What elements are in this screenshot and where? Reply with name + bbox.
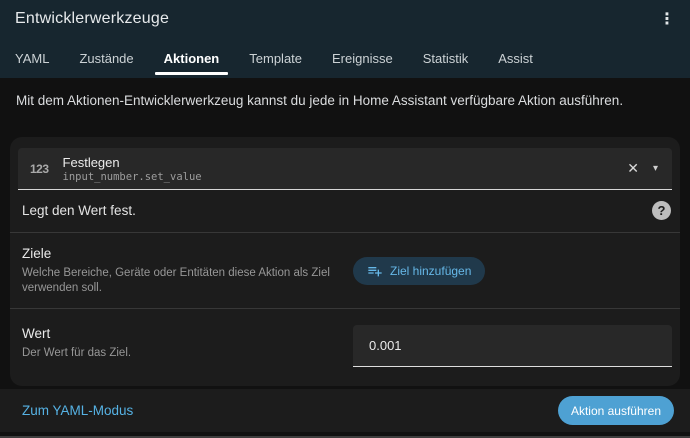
value-input[interactable] — [353, 325, 672, 367]
action-picker-labels: Festlegen input_number.set_value — [63, 154, 620, 184]
add-target-button[interactable]: Ziel hinzufügen — [353, 257, 485, 285]
action-card: 123 Festlegen input_number.set_value ✕ ▾… — [10, 137, 680, 386]
tab-bar: YAML Zustände Aktionen Template Ereignis… — [0, 38, 690, 78]
chevron-down-icon[interactable]: ▾ — [647, 159, 660, 178]
targets-labels: Ziele Welche Bereiche, Geräte oder Entit… — [22, 245, 353, 296]
yaml-mode-link[interactable]: Zum YAML-Modus — [22, 403, 558, 418]
tab-yaml[interactable]: YAML — [0, 38, 64, 78]
clear-icon[interactable]: ✕ — [619, 156, 647, 181]
action-description-row: Legt den Wert fest. ? — [10, 190, 680, 232]
tab-statistik[interactable]: Statistik — [408, 38, 484, 78]
value-row: Wert Der Wert für das Ziel. — [10, 309, 680, 379]
tab-aktionen[interactable]: Aktionen — [149, 38, 235, 78]
value-title: Wert — [22, 325, 337, 342]
tab-zustaende[interactable]: Zustände — [64, 38, 148, 78]
value-labels: Wert Der Wert für das Ziel. — [22, 325, 353, 361]
intro-text: Mit dem Aktionen-Entwicklerwerkzeug kann… — [16, 92, 674, 110]
value-subtitle: Der Wert für das Ziel. — [22, 346, 337, 361]
add-target-label: Ziel hinzufügen — [390, 264, 471, 278]
page-title: Entwicklerwerkzeuge — [15, 10, 654, 28]
tab-template[interactable]: Template — [234, 38, 317, 78]
tab-assist[interactable]: Assist — [483, 38, 548, 78]
help-icon[interactable]: ? — [652, 201, 671, 220]
numeric-icon: 123 — [30, 162, 49, 176]
kebab-menu-icon[interactable]: ⋮ — [654, 6, 680, 32]
action-description: Legt den Wert fest. — [22, 202, 652, 220]
action-picker[interactable]: 123 Festlegen input_number.set_value ✕ ▾ — [18, 148, 672, 190]
targets-subtitle: Welche Bereiche, Geräte oder Entitäten d… — [22, 266, 337, 296]
action-service-id: input_number.set_value — [63, 171, 620, 184]
action-name: Festlegen — [63, 155, 620, 171]
tab-ereignisse[interactable]: Ereignisse — [317, 38, 408, 78]
targets-row: Ziele Welche Bereiche, Geräte oder Entit… — [10, 233, 680, 308]
footer-bar: Zum YAML-Modus Aktion ausführen — [0, 389, 690, 432]
app-header: Entwicklerwerkzeuge ⋮ — [0, 0, 690, 38]
playlist-plus-icon — [367, 263, 383, 279]
run-action-button[interactable]: Aktion ausführen — [558, 396, 674, 425]
targets-title: Ziele — [22, 245, 337, 262]
